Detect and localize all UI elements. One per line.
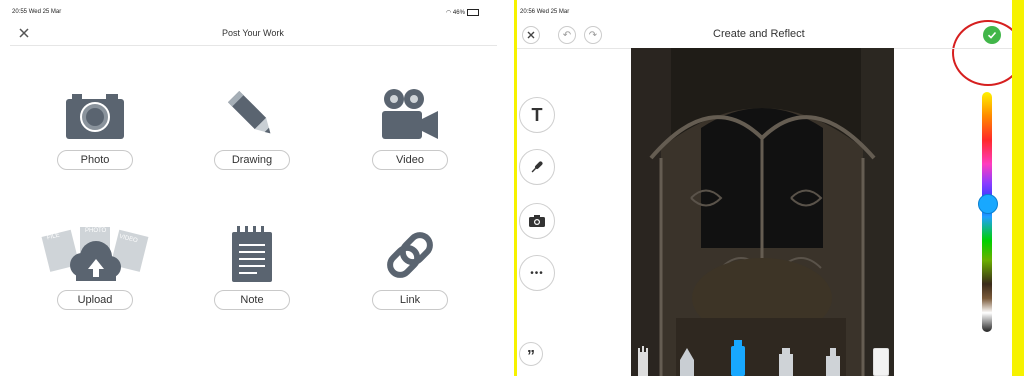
text-icon: T [531, 104, 543, 125]
marker-icon [731, 340, 745, 376]
camera-icon [66, 94, 124, 139]
quote-icon: ” [527, 348, 535, 365]
highlighter-tool[interactable] [778, 348, 793, 376]
highlight-bar-left [514, 0, 517, 376]
captured-photo[interactable] [631, 48, 894, 376]
pencil-icon [227, 90, 271, 134]
notepad-icon [232, 226, 272, 282]
hand-icon [638, 346, 648, 376]
camera-icon [529, 215, 545, 227]
post-your-work-panel: 20:55 Wed 25 Mar ◠ 46% Post Your Work Ph… [0, 0, 497, 376]
upload-badge-photo: PHOTO [85, 228, 107, 234]
close-button[interactable] [522, 26, 540, 44]
upload-label: Upload [57, 290, 133, 310]
status-bar: 20:55 Wed 25 Mar [12, 9, 61, 15]
eraser-tool[interactable] [872, 347, 890, 376]
drawing-label: Drawing [214, 150, 290, 170]
quote-button[interactable]: ” [519, 342, 543, 366]
option-upload[interactable]: FILE PHOTO VIDEO Upload [35, 220, 155, 310]
close-icon [527, 31, 535, 39]
option-drawing[interactable]: Drawing [192, 80, 312, 170]
redo-button[interactable]: ↷ [584, 26, 602, 44]
close-button[interactable] [18, 26, 30, 38]
undo-button[interactable]: ↶ [558, 26, 576, 44]
pencil-tool[interactable] [680, 348, 694, 376]
wifi-icon: ◠ [446, 10, 452, 17]
photo-image [631, 48, 894, 376]
brush-icon [826, 348, 840, 376]
status-date: Wed 25 Mar [28, 9, 62, 15]
status-time: 20:55 [12, 9, 28, 15]
note-label: Note [214, 290, 290, 310]
status-date: Wed 25 Mar [536, 9, 570, 15]
battery-level: 46% [452, 10, 465, 17]
page-title: Create and Reflect [713, 28, 805, 40]
chain-link-icon [387, 232, 433, 278]
highlighter-icon [779, 348, 793, 376]
highlight-bar-right [1012, 0, 1024, 376]
redo-icon: ↷ [588, 29, 598, 41]
battery-icon [466, 9, 479, 16]
pan-tool[interactable] [634, 344, 648, 376]
text-tool-button[interactable]: T [519, 97, 555, 133]
option-note[interactable]: Note [192, 220, 312, 310]
more-button[interactable]: ••• [519, 255, 555, 291]
create-and-reflect-panel: 20:56 Wed 25 Mar ↶ ↷ Create and Reflect … [514, 0, 1024, 376]
option-video[interactable]: Video [350, 80, 470, 170]
microphone-button[interactable] [519, 149, 555, 185]
undo-icon: ↶ [562, 29, 572, 41]
close-icon [19, 28, 29, 38]
status-time: 20:56 [520, 9, 536, 15]
status-right: ◠ 46% [446, 9, 479, 16]
option-link[interactable]: Link [350, 220, 470, 310]
pencil-icon [680, 348, 694, 376]
photo-label: Photo [57, 150, 133, 170]
color-slider-knob[interactable] [978, 194, 998, 214]
status-bar: 20:56 Wed 25 Mar [520, 9, 569, 15]
page-title: Post Your Work [222, 28, 284, 38]
header-divider [10, 45, 497, 46]
eraser-icon [872, 347, 890, 376]
more-icon: ••• [530, 267, 544, 279]
video-camera-icon [382, 89, 438, 139]
video-label: Video [372, 150, 448, 170]
marker-tool[interactable] [730, 340, 745, 376]
link-label: Link [372, 290, 448, 310]
microphone-icon [531, 161, 543, 173]
brush-tool[interactable] [825, 348, 840, 376]
camera-button[interactable] [519, 203, 555, 239]
option-photo[interactable]: Photo [35, 80, 155, 170]
